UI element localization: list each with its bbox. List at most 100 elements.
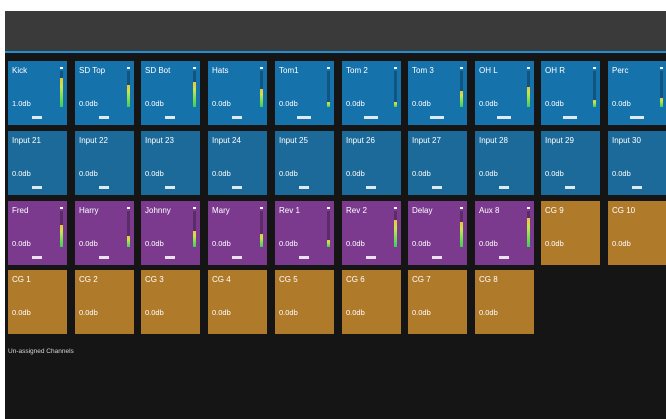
channel-strip-input-21[interactable]: Input 21 0.0db <box>8 131 67 195</box>
fader-indicator <box>366 186 376 189</box>
channel-strip-cg-4[interactable]: CG 4 0.0db <box>208 270 267 334</box>
level-meter <box>127 67 130 107</box>
channel-gain: 0.0db <box>279 239 298 248</box>
fader-indicator <box>297 116 311 119</box>
channel-name: Mary <box>212 206 230 215</box>
channel-gain: 1.0db <box>12 99 31 108</box>
channel-strip-sd-bot[interactable]: SD Bot 0.0db <box>141 61 200 125</box>
fader-indicator <box>32 186 42 189</box>
channel-strip-mary[interactable]: Mary 0.0db <box>208 201 267 265</box>
fader-indicator <box>32 116 42 119</box>
level-meter <box>60 207 63 247</box>
channel-name: Fred <box>12 206 29 215</box>
channel-gain: 0.0db <box>79 308 98 317</box>
channel-gain: 0.0db <box>145 308 164 317</box>
channel-strip-perc[interactable]: Perc 0.0db <box>608 61 666 125</box>
channel-gain: 0.0db <box>479 169 498 178</box>
channel-strip-cg-5[interactable]: CG 5 0.0db <box>275 270 334 334</box>
fader-indicator <box>632 186 642 189</box>
channel-name: CG 6 <box>346 275 365 284</box>
channel-strip-input-26[interactable]: Input 26 0.0db <box>342 131 401 195</box>
channel-strip-tom-2[interactable]: Tom 2 0.0db <box>342 61 401 125</box>
channel-name: Aux 8 <box>479 206 500 215</box>
channel-strip-input-24[interactable]: Input 24 0.0db <box>208 131 267 195</box>
channel-strip-fred[interactable]: Fred 0.0db <box>8 201 67 265</box>
channel-name: CG 7 <box>412 275 431 284</box>
channel-strip-rev-1[interactable]: Rev 1 0.0db <box>275 201 334 265</box>
channel-strip-input-30[interactable]: Input 30 0.0db <box>608 131 666 195</box>
channel-gain: 0.0db <box>212 239 231 248</box>
channel-strip-harry[interactable]: Harry 0.0db <box>75 201 134 265</box>
channel-strip-sd-top[interactable]: SD Top 0.0db <box>75 61 134 125</box>
level-meter <box>193 67 196 107</box>
channel-strip-oh-r[interactable]: OH R 0.0db <box>541 61 600 125</box>
channel-strip-input-28[interactable]: Input 28 0.0db <box>475 131 534 195</box>
channel-gain: 0.0db <box>145 239 164 248</box>
level-meter <box>327 207 330 247</box>
channel-strip-cg-3[interactable]: CG 3 0.0db <box>141 270 200 334</box>
channel-gain: 0.0db <box>145 99 164 108</box>
fader-indicator <box>366 256 376 259</box>
channel-gain: 0.0db <box>545 169 564 178</box>
channel-strip-cg-2[interactable]: CG 2 0.0db <box>75 270 134 334</box>
channel-name: OH L <box>479 66 498 75</box>
channel-gain: 0.0db <box>79 169 98 178</box>
channel-gain: 0.0db <box>479 308 498 317</box>
fader-indicator <box>497 116 511 119</box>
channel-name: CG 2 <box>79 275 98 284</box>
channel-gain: 0.0db <box>479 99 498 108</box>
unassigned-channels-label: Un-assigned Channels <box>8 348 74 355</box>
channel-gain: 0.0db <box>12 308 31 317</box>
fader-indicator <box>232 116 242 119</box>
channel-strip-cg-6[interactable]: CG 6 0.0db <box>342 270 401 334</box>
channel-strip-cg-8[interactable]: CG 8 0.0db <box>475 270 534 334</box>
channel-name: OH R <box>545 66 565 75</box>
fader-indicator <box>432 186 442 189</box>
fader-indicator <box>430 116 444 119</box>
channel-strip-hats[interactable]: Hats 0.0db <box>208 61 267 125</box>
channel-strip-tom-3[interactable]: Tom 3 0.0db <box>408 61 467 125</box>
level-meter <box>527 67 530 107</box>
mixer-screen: Kick 1.0db SD Top 0.0db SD Bot 0.0db Hats 0.0db… <box>5 11 666 419</box>
channel-strip-input-29[interactable]: Input 29 0.0db <box>541 131 600 195</box>
channel-strip-delay[interactable]: Delay 0.0db <box>408 201 467 265</box>
channel-strip-aux-8[interactable]: Aux 8 0.0db <box>475 201 534 265</box>
fader-indicator <box>99 256 109 259</box>
channel-gain: 0.0db <box>79 99 98 108</box>
channel-strip-kick[interactable]: Kick 1.0db <box>8 61 67 125</box>
channel-strip-input-23[interactable]: Input 23 0.0db <box>141 131 200 195</box>
channel-strip-cg-1[interactable]: CG 1 0.0db <box>8 270 67 334</box>
channel-gain: 0.0db <box>612 169 631 178</box>
channel-strip-input-27[interactable]: Input 27 0.0db <box>408 131 467 195</box>
channel-strip-cg-9[interactable]: CG 9 0.0db <box>541 201 600 265</box>
channel-strip-input-22[interactable]: Input 22 0.0db <box>75 131 134 195</box>
level-meter <box>127 207 130 247</box>
channel-name: Input 23 <box>145 136 174 145</box>
channel-name: Kick <box>12 66 28 75</box>
fader-indicator <box>563 116 577 119</box>
channel-name: CG 10 <box>612 206 636 215</box>
channel-gain: 0.0db <box>12 169 31 178</box>
fader-indicator <box>499 256 509 259</box>
fader-indicator <box>432 256 442 259</box>
channel-strip-johnny[interactable]: Johnny 0.0db <box>141 201 200 265</box>
channel-strip-cg-10[interactable]: CG 10 0.0db <box>608 201 666 265</box>
channel-strip-cg-7[interactable]: CG 7 0.0db <box>408 270 467 334</box>
channel-name: Input 28 <box>479 136 508 145</box>
channel-name: Input 25 <box>279 136 308 145</box>
channel-name: Delay <box>412 206 433 215</box>
level-meter <box>260 207 263 247</box>
channel-gain: 0.0db <box>212 99 231 108</box>
level-meter <box>193 207 196 247</box>
channel-gain: 0.0db <box>79 239 98 248</box>
level-meter <box>60 67 63 107</box>
fader-indicator <box>32 256 42 259</box>
channel-name: CG 3 <box>145 275 164 284</box>
channel-strip-oh-l[interactable]: OH L 0.0db <box>475 61 534 125</box>
channel-strip-rev-2[interactable]: Rev 2 0.0db <box>342 201 401 265</box>
channel-strip-input-25[interactable]: Input 25 0.0db <box>275 131 334 195</box>
fader-indicator <box>299 256 309 259</box>
channel-gain: 0.0db <box>545 99 564 108</box>
channel-gain: 0.0db <box>412 99 431 108</box>
channel-strip-tom1[interactable]: Tom1 0.0db <box>275 61 334 125</box>
